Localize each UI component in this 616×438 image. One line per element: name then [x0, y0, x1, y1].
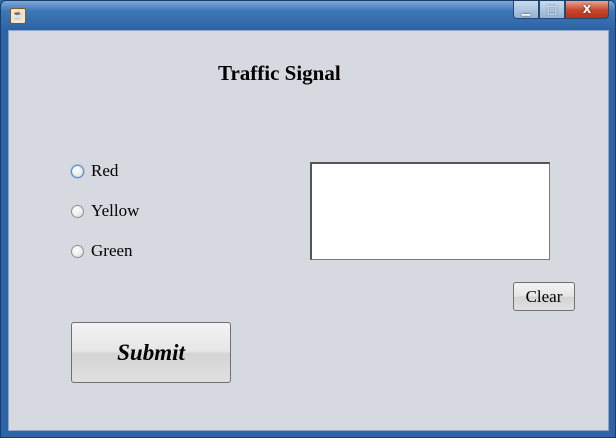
radio-label-green: Green	[91, 241, 133, 260]
title-bar[interactable]: ☕ ▁ □ X	[1, 1, 615, 29]
radio-label-yellow: Yellow	[91, 201, 140, 220]
page-title: Traffic Signal	[218, 61, 341, 85]
app-window: ☕ ▁ □ X Traffic Signal Red Yellow Green …	[0, 0, 616, 438]
radio-button-icon[interactable]	[71, 204, 84, 218]
output-textarea[interactable]	[310, 162, 550, 260]
minimize-button[interactable]: ▁	[513, 1, 539, 19]
window-controls: ▁ □ X	[513, 1, 609, 19]
submit-button[interactable]: Submit	[71, 322, 231, 383]
radio-green[interactable]: Green	[71, 241, 133, 261]
close-button[interactable]: X	[565, 1, 609, 19]
radio-button-icon[interactable]	[71, 164, 84, 178]
radio-label-red: Red	[91, 161, 119, 180]
radio-button-icon[interactable]	[71, 244, 84, 258]
radio-yellow[interactable]: Yellow	[71, 201, 139, 221]
content-panel: Traffic Signal Red Yellow Green Clear Su…	[8, 30, 609, 431]
java-icon[interactable]: ☕	[10, 8, 26, 24]
clear-button[interactable]: Clear	[513, 282, 575, 311]
maximize-button[interactable]: □	[539, 1, 565, 19]
radio-red[interactable]: Red	[71, 161, 118, 181]
